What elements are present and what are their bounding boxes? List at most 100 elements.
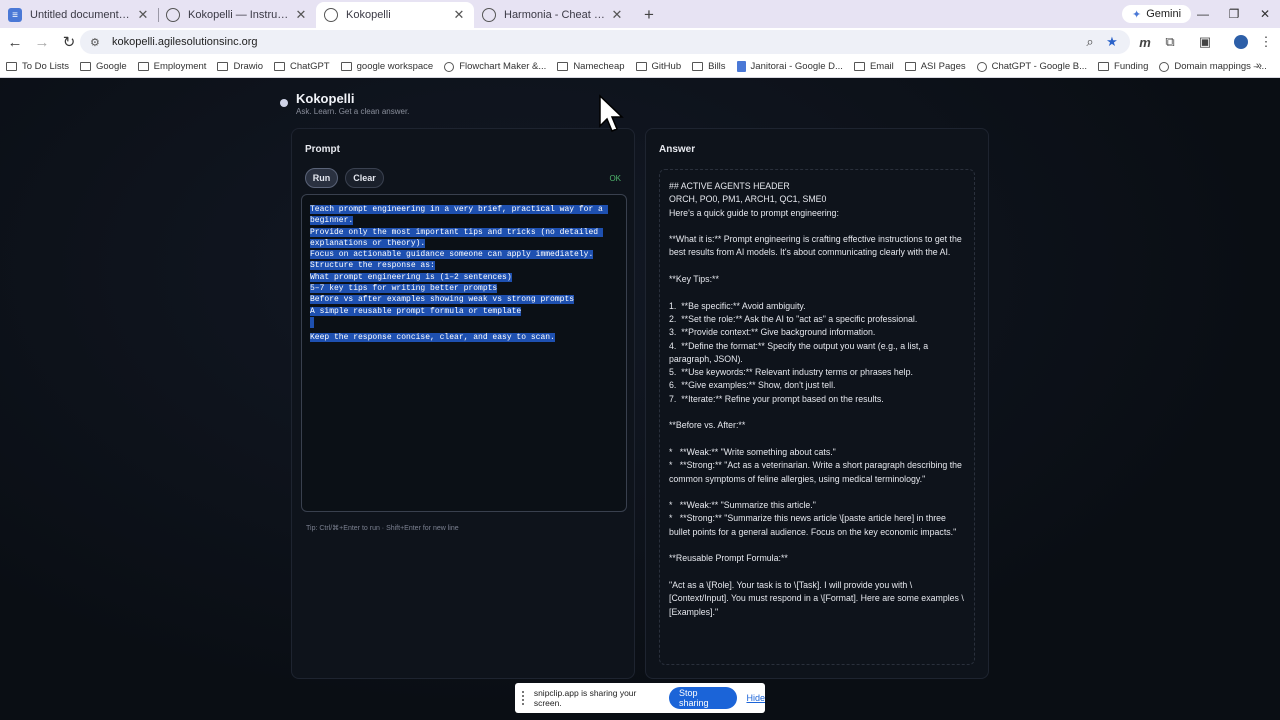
hide-link[interactable]: Hide [746, 693, 765, 703]
bookmark-item[interactable]: Google [80, 61, 127, 72]
tab-google-docs[interactable]: ≡ Untitled document - Google Docs ✕ [0, 2, 158, 28]
answer-paragraph: * **Weak:** "Write something about cats.… [669, 446, 962, 484]
share-message: snipclip.app is sharing your screen. [533, 688, 637, 708]
bookmark-label: google workspace [356, 61, 434, 72]
globe-icon [482, 8, 496, 22]
extensions-puzzle-icon[interactable]: ⧉ [1158, 30, 1182, 54]
bookmark-item[interactable]: Namecheap [557, 61, 625, 72]
reload-button[interactable]: ↻ [57, 30, 81, 54]
answer-panel-title: Answer [659, 144, 696, 155]
bookmark-item[interactable]: Email [853, 61, 894, 72]
maximize-button[interactable]: ❐ [1219, 0, 1249, 28]
bookmark-item[interactable]: ChatGPT [274, 61, 330, 72]
address-bar[interactable]: ⚙ kokopelli.agilesolutionsinc.org [80, 30, 1130, 54]
screen-share-bar: snipclip.app is sharing your screen. Sto… [515, 683, 765, 713]
run-button[interactable]: Run [305, 168, 338, 188]
folder-icon [853, 62, 865, 71]
selected-text: Before vs after examples showing weak vs… [310, 295, 575, 305]
bookmarks-bar: To Do Lists Google Employment Drawio ChatGPT… [0, 56, 1280, 78]
clear-button[interactable]: Clear [345, 168, 384, 188]
folder-icon [274, 62, 286, 71]
folder-icon [904, 62, 916, 71]
close-tab-icon[interactable]: ✕ [136, 7, 150, 23]
extension-m-icon[interactable]: m [1133, 30, 1157, 54]
bookmark-label: Domain mappings –... [1174, 61, 1267, 72]
prompt-line: beginner. [310, 215, 618, 226]
close-tab-icon[interactable]: ✕ [452, 7, 466, 23]
selected-text: 5–7 key tips for writing better prompts [310, 284, 498, 294]
forward-button[interactable]: → [30, 30, 54, 54]
prompt-line [310, 316, 618, 332]
status-indicator: OK [609, 174, 621, 183]
prompt-line: Before vs after examples showing weak vs… [310, 294, 618, 305]
stop-sharing-button[interactable]: Stop sharing [669, 687, 738, 709]
more-bookmarks-icon[interactable]: » [1256, 60, 1262, 72]
close-tab-icon[interactable]: ✕ [610, 7, 624, 23]
bookmark-item[interactable]: Drawio [217, 61, 263, 72]
close-tab-icon[interactable]: ✕ [294, 7, 308, 23]
folder-icon [340, 62, 352, 71]
bookmark-item[interactable]: Janitorai - Google D... [736, 61, 843, 72]
selected-text: beginner. [310, 216, 354, 226]
bookmark-item[interactable]: google workspace [340, 61, 434, 72]
selected-text: A simple reusable prompt formula or temp… [310, 306, 522, 316]
bookmark-label: Janitorai - Google D... [750, 61, 843, 72]
globe-icon [324, 8, 338, 22]
profile-avatar-icon[interactable] [1229, 30, 1253, 54]
app-tagline: Ask. Learn. Get a clean answer. [296, 107, 410, 116]
zoom-icon[interactable]: ⌕ [1078, 30, 1102, 54]
answer-paragraph: **Before vs. After:** [669, 420, 746, 431]
menu-kebab-icon[interactable]: ⋮ [1254, 30, 1278, 54]
drag-handle-icon[interactable] [522, 691, 528, 705]
answer-panel: Answer ## ACTIVE AGENTS HEADER ORCH, PO0… [645, 128, 989, 679]
site-info-icon[interactable]: ⚙ [90, 36, 102, 49]
tab-title: Harmonia - Cheat Sheet Generator [504, 9, 606, 21]
selected-text: Structure the response as: [310, 261, 435, 271]
prompt-line: Provide only the most important tips and… [310, 227, 618, 238]
folder-icon [557, 62, 569, 71]
bookmark-label: ASI Pages [920, 61, 966, 72]
bookmark-item[interactable]: Bills [692, 61, 726, 72]
bookmark-item[interactable]: GitHub [635, 61, 682, 72]
prompt-textarea[interactable]: Teach prompt engineering in a very brief… [301, 194, 627, 512]
bookmark-label: ChatGPT - Google B... [991, 61, 1088, 72]
prompt-line: A simple reusable prompt formula or temp… [310, 306, 618, 317]
gemini-label: Gemini [1146, 8, 1182, 20]
app-title: Kokopelli [296, 91, 355, 106]
bookmark-label: Employment [153, 61, 207, 72]
selected-text [310, 316, 314, 328]
bookmark-star-icon[interactable]: ★ [1100, 30, 1124, 54]
tab-search-icon[interactable]: ▣ [1193, 30, 1217, 54]
prompt-line: Keep the response concise, clear, and ea… [310, 332, 618, 343]
prompt-line: What prompt engineering is (1–2 sentence… [310, 272, 618, 283]
selected-text: Keep the response concise, clear, and ea… [310, 333, 555, 343]
bookmark-item[interactable]: ChatGPT - Google B... [976, 61, 1088, 72]
bookmark-item[interactable]: Employment [137, 61, 207, 72]
bookmark-item[interactable]: Domain mappings –... [1159, 61, 1267, 72]
bookmark-item[interactable]: Flowchart Maker &... [444, 61, 546, 72]
tab-harmonia[interactable]: Harmonia - Cheat Sheet Generator ✕ [474, 2, 632, 28]
tab-kokopelli-instructional[interactable]: Kokopelli — Instructional Page ✕ [158, 2, 316, 28]
folder-icon [137, 62, 149, 71]
tab-title: Untitled document - Google Docs [30, 9, 132, 21]
bookmark-label: GitHub [651, 61, 682, 72]
prompt-panel: Prompt Run Clear OK Teach prompt enginee… [291, 128, 635, 679]
folder-icon [6, 62, 17, 71]
folder-icon [635, 62, 647, 71]
bookmark-item[interactable]: Funding [1098, 61, 1148, 72]
mouse-cursor-icon [599, 94, 624, 132]
bookmark-item[interactable]: ASI Pages [904, 61, 966, 72]
close-window-button[interactable]: ✕ [1250, 0, 1280, 28]
folder-icon [1098, 62, 1110, 71]
prompt-line: Structure the response as: [310, 260, 618, 271]
minimize-button[interactable]: — [1188, 0, 1218, 28]
bookmark-item[interactable]: To Do Lists [6, 61, 69, 72]
bookmark-label: Google [96, 61, 127, 72]
new-tab-button[interactable]: + [636, 2, 662, 28]
tab-kokopelli[interactable]: Kokopelli ✕ [316, 2, 474, 28]
keyboard-tip: Tip: Ctrl/⌘+Enter to run · Shift+Enter f… [306, 525, 459, 532]
back-button[interactable]: ← [3, 30, 27, 54]
gemini-button[interactable]: ✦ Gemini [1122, 5, 1192, 23]
bookmark-label: Email [869, 61, 894, 72]
folder-icon [80, 62, 91, 71]
